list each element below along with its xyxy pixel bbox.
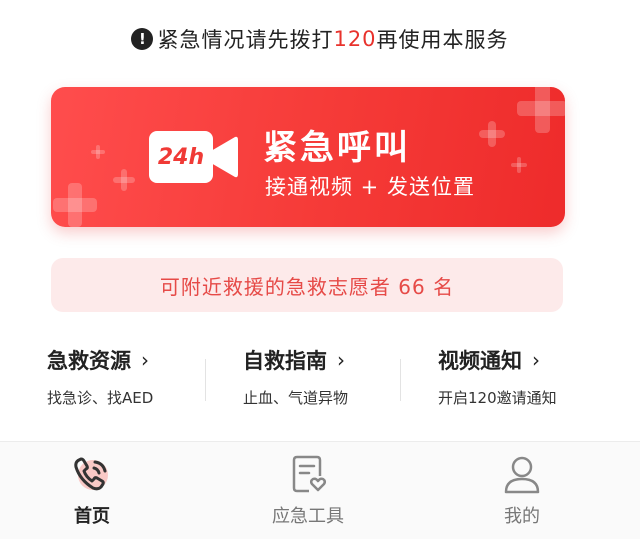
tab-profile[interactable]: 我的 [452,454,592,528]
volunteer-count-banner[interactable]: 可附近救援的急救志愿者 66 名 [51,258,563,312]
chevron-right-icon: › [337,348,345,372]
badge-24h: 24h [149,131,213,183]
user-icon [504,456,540,494]
notice-suffix: 再使用本服务 [376,28,509,52]
emergency-notice: ! 紧急情况请先拨打 120 再使用本服务 [0,24,640,54]
notice-number: 120 [333,27,377,51]
chevron-right-icon: › [141,348,149,372]
video-camera-icon: 24h [149,131,241,183]
quick-link-desc: 开启120邀请通知 [438,389,557,407]
decorative-cross-icon [511,157,527,173]
tab-label: 首页 [74,506,110,527]
tab-label: 我的 [504,506,540,527]
chevron-right-icon: › [532,348,540,372]
quick-link-emergency-resources[interactable]: 急救资源 › 找急诊、找AED [47,345,153,408]
document-heart-icon [292,455,327,493]
quick-link-title: 急救资源 [47,349,131,373]
tab-home[interactable]: 首页 [22,454,162,528]
quick-links: 急救资源 › 找急诊、找AED 自救指南 › 止血、气道异物 视频通知 › 开启120… [0,345,640,415]
camera-lens-icon [211,136,238,178]
quick-link-title: 视频通知 [438,349,522,373]
quick-link-self-rescue-guide[interactable]: 自救指南 › 止血、气道异物 [243,345,348,408]
decorative-cross-icon [91,145,105,159]
tab-emergency-tools[interactable]: 应急工具 [238,454,378,528]
decorative-cross-icon [113,169,135,191]
divider [400,359,401,401]
quick-link-video-notification[interactable]: 视频通知 › 开启120邀请通知 [438,345,557,408]
tab-label: 应急工具 [272,506,344,527]
decorative-cross-icon [53,183,97,227]
call-title: 紧急呼叫 [263,128,411,168]
quick-link-desc: 找急诊、找AED [47,389,154,407]
quick-link-desc: 止血、气道异物 [243,389,349,407]
quick-link-title: 自救指南 [243,349,327,373]
exclamation-icon: ! [131,28,154,50]
divider [205,359,206,401]
decorative-cross-icon [517,87,565,133]
emergency-call-button[interactable]: 24h 紧急呼叫 接通视频 + 发送位置 [51,87,565,227]
bottom-tab-bar: 首页 应急工具 我的 [0,441,640,539]
decorative-cross-icon [479,121,505,147]
notice-prefix: 紧急情况请先拨打 [157,28,334,52]
phone-call-icon [74,457,108,491]
call-subtitle: 接通视频 + 发送位置 [265,175,475,199]
